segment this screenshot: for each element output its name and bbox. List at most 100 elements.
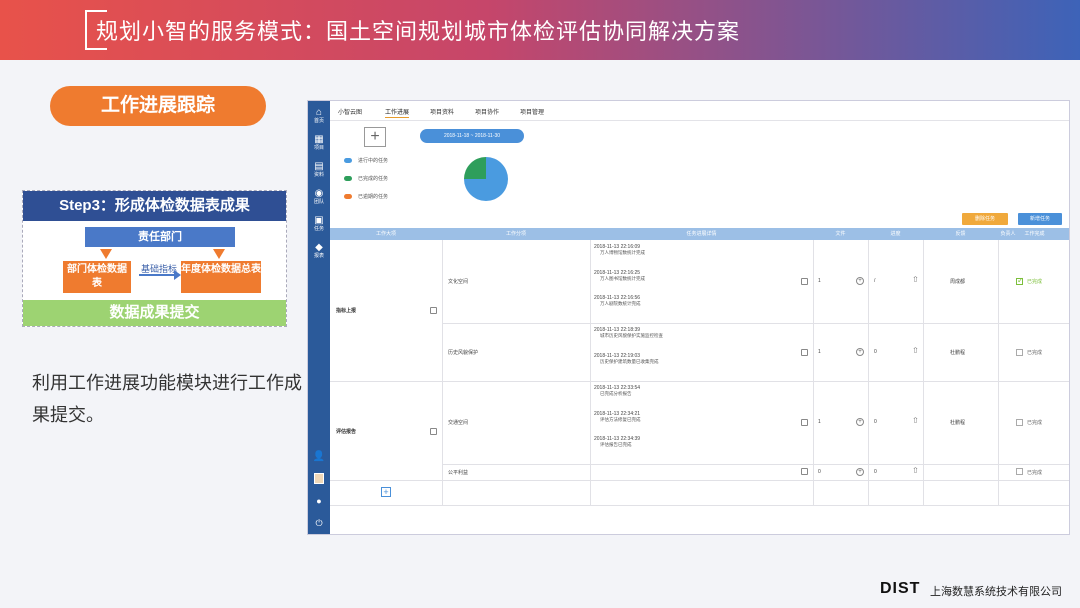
- section-pill: 工作进展跟踪: [50, 86, 266, 126]
- grid-line: [330, 505, 1069, 506]
- tab-progress[interactable]: 工作进展: [385, 107, 410, 118]
- progress-entry: 2018-11-13 22:16:09 万人博物馆数统计完成: [594, 244, 645, 255]
- progress-entry: 2018-11-13 22:18:39 城市历史风貌保护实施监控检查: [594, 327, 663, 338]
- add-circle-icon[interactable]: +: [856, 277, 864, 285]
- step3-diagram: Step3：形成体检数据表成果 责任部门 部门体检数据表 基础指标 年度体检数据…: [22, 190, 287, 327]
- file-count: 1: [818, 278, 821, 284]
- done-label: 已完成: [1027, 350, 1043, 356]
- right-box-annual-table: 年度体检数据总表: [181, 261, 261, 293]
- rail-item-report[interactable]: ◆ 报表: [308, 242, 330, 260]
- avatar[interactable]: [308, 473, 330, 486]
- done-checkbox[interactable]: [1016, 349, 1023, 356]
- power-icon[interactable]: ⏻: [308, 518, 330, 529]
- rail-item-docs[interactable]: ▤ 资料: [308, 161, 330, 179]
- file-count: 1: [818, 349, 821, 355]
- progress-entry: 2018-11-13 22:16:56 万人剧院数统计完成: [594, 295, 641, 306]
- add-task-button[interactable]: 新增任务: [1018, 213, 1062, 225]
- bottom-bar-submit: 数据成果提交: [23, 300, 286, 326]
- top-box-responsible-dept: 责任部门: [85, 227, 235, 247]
- upload-icon[interactable]: ⇧: [912, 276, 919, 284]
- grid-line: [330, 381, 1069, 382]
- tab-cloud-map[interactable]: 小智云图: [338, 107, 362, 116]
- group-evaluation-report: 评估报告: [336, 429, 357, 435]
- app-screenshot: ⌂ 首页 ▦ 项目 ▤ 资料 ◉ 团队 ▣ 任务 ◆ 报表 👤 ● ⏻ 小智云图…: [307, 100, 1070, 535]
- progress-value: /: [874, 278, 876, 284]
- legend-item-in-progress: 进行中的任务: [344, 157, 388, 164]
- done-label: 已完成: [1027, 470, 1043, 476]
- grid-line: [813, 240, 814, 505]
- team-icon: ◉: [314, 188, 324, 199]
- delete-task-button[interactable]: 删除任务: [962, 213, 1008, 225]
- grid-icon: ▦: [314, 134, 324, 145]
- rail-item-home[interactable]: ⌂ 首页: [308, 107, 330, 125]
- date-range-picker[interactable]: 2018-11-18 ~ 2018-11-30: [420, 129, 524, 143]
- add-circle-icon[interactable]: +: [856, 348, 864, 356]
- grid-line: [998, 240, 999, 505]
- user-icon[interactable]: 👤: [308, 451, 330, 462]
- file-icon[interactable]: [801, 468, 808, 475]
- done-checkbox[interactable]: [1016, 468, 1023, 475]
- task-icon: ▣: [314, 215, 324, 226]
- document-icon: ▤: [314, 161, 324, 172]
- col-header: 文件: [835, 231, 846, 237]
- arrow-down-icon: [100, 249, 112, 259]
- add-circle-icon[interactable]: +: [856, 418, 864, 426]
- grid-line: [868, 240, 869, 505]
- progress-entry: 2018-11-13 22:16:25 万人图书馆数统计完成: [594, 270, 645, 281]
- file-count: 0: [818, 469, 821, 475]
- progress-entry: 2018-11-13 22:33:54 已完成分析报告: [594, 385, 641, 396]
- done-label: 已完成: [1027, 279, 1043, 285]
- legend-dot: [344, 158, 352, 164]
- grid-line: [330, 480, 1069, 481]
- slide-description: 利用工作进展功能模块进行工作成果提交。: [32, 373, 302, 425]
- col-header: 工作分项: [505, 231, 526, 237]
- diagram-header: Step3：形成体检数据表成果: [23, 191, 286, 221]
- add-project-button[interactable]: +: [364, 127, 386, 147]
- sub-item: 公平利益: [448, 470, 469, 476]
- add-circle-icon[interactable]: +: [856, 468, 864, 476]
- rail-item-team[interactable]: ◉ 团队: [308, 188, 330, 206]
- progress-entry: 2018-11-13 22:19:03 历史保护建筑数量已收集完成: [594, 353, 659, 364]
- progress-value: 0: [874, 349, 877, 355]
- legend-item-overdue: 已逾期的任务: [344, 193, 388, 200]
- owner: 杜鹏程: [950, 420, 966, 426]
- tab-project-collab[interactable]: 项目协作: [475, 107, 499, 116]
- owner: 周成都: [950, 279, 966, 285]
- rail-item-project[interactable]: ▦ 项目: [308, 134, 330, 152]
- grid-line: [590, 240, 591, 505]
- grid-line: [442, 323, 1069, 324]
- left-box-dept-table: 部门体检数据表: [63, 261, 131, 293]
- progress-entry: 2018-11-13 22:34:21 评估方法修复已完成: [594, 411, 641, 422]
- tab-project-manage[interactable]: 项目管理: [520, 107, 544, 116]
- bell-icon[interactable]: ●: [308, 496, 330, 506]
- legend-dot: [344, 194, 352, 200]
- progress-value: 0: [874, 419, 877, 425]
- company-logo: DIST: [880, 580, 921, 597]
- add-row-button[interactable]: +: [381, 487, 391, 497]
- done-checkbox[interactable]: [1016, 419, 1023, 426]
- done-checkbox[interactable]: [1016, 276, 1024, 285]
- grid-line: [442, 464, 1069, 465]
- file-icon[interactable]: [801, 419, 808, 426]
- edit-icon[interactable]: [430, 428, 437, 435]
- rail-item-task[interactable]: ▣ 任务: [308, 215, 330, 233]
- col-header: 工作完成: [1024, 231, 1045, 237]
- col-header: 工作大项: [375, 231, 396, 237]
- report-icon: ◆: [315, 242, 323, 253]
- upload-icon[interactable]: ⇧: [912, 347, 919, 355]
- sub-item: 历史风貌保护: [448, 350, 479, 356]
- edit-icon[interactable]: [430, 307, 437, 314]
- left-nav-rail: ⌂ 首页 ▦ 项目 ▤ 资料 ◉ 团队 ▣ 任务 ◆ 报表 👤 ● ⏻: [308, 101, 330, 534]
- file-icon[interactable]: [801, 278, 808, 285]
- file-icon[interactable]: [801, 349, 808, 356]
- tab-project-docs[interactable]: 项目资料: [430, 107, 454, 116]
- group-indicator-report: 指标上报: [336, 308, 357, 314]
- sub-item: 交通空间: [448, 420, 469, 426]
- upload-icon[interactable]: ⇧: [912, 467, 919, 475]
- upload-icon[interactable]: ⇧: [912, 417, 919, 425]
- done-label: 已完成: [1027, 420, 1043, 426]
- arrow-down-icon: [213, 249, 225, 259]
- grid-line: [923, 240, 924, 505]
- title-banner: 规划小智的服务模式：国土空间规划城市体检评估协同解决方案: [0, 0, 1080, 60]
- progress-entry: 2018-11-13 22:34:39 评估报告已完成: [594, 436, 641, 447]
